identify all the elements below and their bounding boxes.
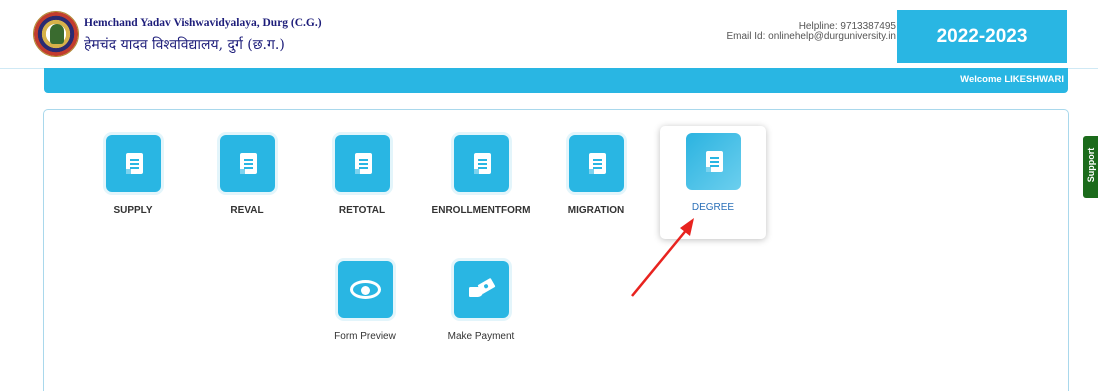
tile-enrollmentform[interactable]: ENROLLMENTFORM xyxy=(426,135,536,216)
tile-label: RETOTAL xyxy=(338,205,386,216)
document-icon xyxy=(685,133,741,190)
welcome-bar: Welcome LIKESHWARI xyxy=(44,68,1068,93)
document-icon xyxy=(568,135,624,192)
eye-icon xyxy=(337,261,393,318)
document-icon xyxy=(105,135,161,192)
support-label: Support xyxy=(1086,147,1096,183)
payment-icon xyxy=(453,261,509,318)
contact-info: Helpline: 9713387495 Email Id: onlinehel… xyxy=(727,22,897,42)
university-name-english: Hemchand Yadav Vishwavidyalaya, Durg (C.… xyxy=(84,17,322,29)
university-name-hindi: हेमचंद यादव विश्वविद्यालय, दुर्ग (छ.ग.) xyxy=(84,37,285,53)
tile-label: SUPPLY xyxy=(113,205,153,216)
email-text: Email Id: onlinehelp@durguniversity.in xyxy=(726,31,897,42)
session-year: 2022-2023 xyxy=(897,10,1067,63)
welcome-text: Welcome LIKESHWARI xyxy=(960,74,1064,85)
header: Hemchand Yadav Vishwavidyalaya, Durg (C.… xyxy=(0,0,1098,68)
support-tab[interactable]: Support xyxy=(1083,136,1098,198)
tile-label: Form Preview xyxy=(334,331,396,342)
document-icon xyxy=(219,135,275,192)
red-arrow-annotation xyxy=(631,218,694,297)
tile-supply[interactable]: SUPPLY xyxy=(78,135,188,216)
document-icon xyxy=(334,135,390,192)
tile-label: ENROLLMENTFORM xyxy=(431,205,531,216)
tile-form-preview[interactable]: Form Preview xyxy=(310,261,420,342)
university-logo xyxy=(33,11,79,57)
document-icon xyxy=(453,135,509,192)
tile-label: REVAL xyxy=(230,205,264,216)
tile-reval[interactable]: REVAL xyxy=(192,135,302,216)
tile-label: Make Payment xyxy=(447,331,515,342)
tile-make-payment[interactable]: Make Payment xyxy=(426,261,536,342)
tile-retotal[interactable]: RETOTAL xyxy=(307,135,417,216)
